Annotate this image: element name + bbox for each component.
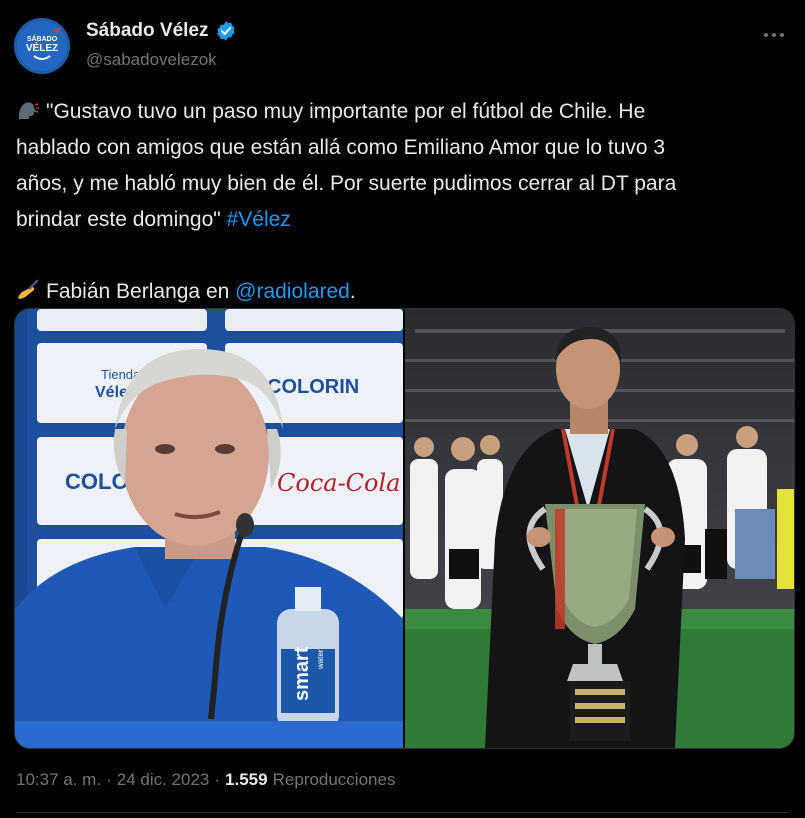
- sponsor-colorin: COLORIN: [267, 376, 359, 398]
- hashtag-link[interactable]: #Vélez: [227, 208, 291, 231]
- author-name-row[interactable]: Sábado Vélez: [86, 20, 237, 42]
- tweet-media[interactable]: Tienda Vélez COLORIN COLO Coca-Cola smar…: [14, 308, 795, 749]
- tweet-time[interactable]: 10:37 a. m.: [16, 770, 101, 790]
- tweet-line-2: hablado con amigos que están allá como E…: [16, 136, 666, 159]
- views-count: 1.559: [225, 770, 268, 789]
- meta-separator-2: ·: [214, 770, 221, 789]
- more-options-icon[interactable]: [757, 18, 791, 52]
- tweet: SÁBADO VÉLEZ Sábado Vélez @sabadovelezok: [0, 0, 805, 818]
- tweet-text: "Gustavo tuvo un paso muy importante por…: [16, 94, 791, 310]
- avatar-text-bottom: VÉLEZ: [26, 41, 58, 54]
- verified-badge-icon[interactable]: [215, 20, 237, 42]
- bottom-divider: [16, 812, 789, 813]
- meta-separator-1: ·: [106, 770, 112, 789]
- tweet-line-4-text: brindar este domingo": [16, 208, 227, 231]
- sponsor-coca-cola: Coca-Cola: [277, 469, 400, 497]
- tweet-credit-line: Fabián Berlanga en @radiolared.: [16, 274, 791, 310]
- press-conference-photo[interactable]: Tienda Vélez COLORIN COLO Coca-Cola smar…: [15, 309, 403, 748]
- tweet-line-3: años, y me habló muy bien de él. Por sue…: [16, 172, 677, 195]
- sponsor-colo: COLO: [65, 469, 129, 494]
- credit-end: .: [349, 280, 356, 303]
- tweet-date[interactable]: 24 dic. 2023: [117, 770, 210, 790]
- avatar-text-top: SÁBADO: [27, 34, 58, 43]
- author-avatar[interactable]: SÁBADO VÉLEZ: [14, 18, 70, 74]
- tweet-line-1: "Gustavo tuvo un paso muy importante por…: [16, 94, 791, 130]
- tweet-meta: 10:37 a. m. · 24 dic. 2023 · 1.559 Repro…: [16, 770, 395, 790]
- tweet-line-4: brindar este domingo" #Vélez: [16, 202, 791, 238]
- bottle-brand: smart: [291, 646, 313, 701]
- author-handle[interactable]: @sabadovelezok: [86, 50, 217, 70]
- writing-hand-icon: [16, 277, 40, 299]
- tweet-line-1-text: "Gustavo tuvo un paso muy importante por…: [46, 100, 646, 123]
- mention-link[interactable]: @radiolared: [235, 280, 350, 303]
- credit-text: Fabián Berlanga en: [46, 280, 236, 303]
- bottle-sub: water: [316, 649, 325, 670]
- speaking-head-icon: [16, 97, 40, 119]
- trophy-photo[interactable]: [405, 309, 794, 748]
- author-display-name[interactable]: Sábado Vélez: [86, 20, 209, 42]
- views-label: Reproducciones: [272, 770, 396, 789]
